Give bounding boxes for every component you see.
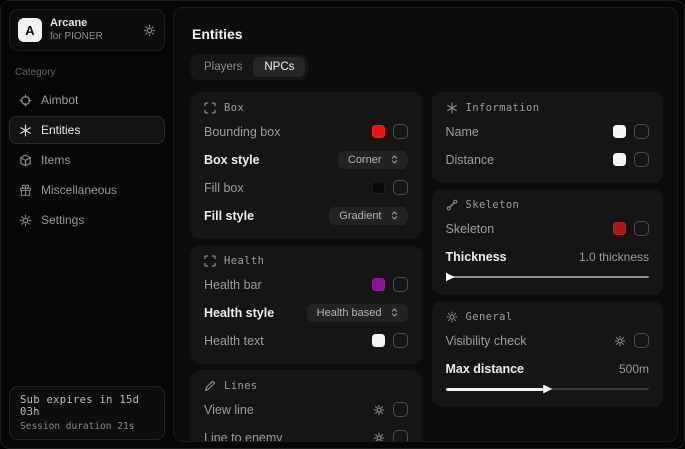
tab-npcs[interactable]: NPCs [253, 57, 305, 77]
sidebar-item-items[interactable]: Items [9, 146, 165, 174]
slider-thumb[interactable] [543, 385, 552, 394]
setting-row-health-text: Health text [204, 330, 408, 351]
sidebar-item-label: Miscellaneous [41, 183, 117, 197]
setting-row-name: Name [446, 121, 650, 142]
slider-thumb[interactable] [446, 273, 455, 282]
caret-sort-icon [389, 154, 400, 165]
gift-icon [19, 184, 32, 197]
entity-type-tabs: Players NPCs [190, 54, 308, 80]
checkbox[interactable] [393, 333, 408, 348]
pencil-icon [204, 380, 216, 392]
caret-sort-icon [389, 307, 400, 318]
sidebar-nav: Aimbot Entities Items Miscellaneous Sett… [9, 86, 165, 234]
color-swatch[interactable] [372, 334, 385, 347]
setting-row-skeleton: Skeleton [446, 218, 650, 239]
card-health: Health Health bar Health style Health ba… [190, 245, 422, 364]
checkbox[interactable] [393, 402, 408, 417]
gear-icon [19, 214, 32, 227]
health-style-dropdown[interactable]: Health based [307, 304, 408, 322]
setting-row-visibility-check: Visibility check [446, 330, 650, 351]
sidebar-item-label: Aimbot [41, 93, 78, 107]
setting-row-max-distance: Max distance 500m [446, 358, 650, 379]
card-title: General [466, 311, 513, 323]
fill-style-dropdown[interactable]: Gradient [329, 207, 407, 225]
checkbox[interactable] [634, 221, 649, 236]
sun-icon [446, 311, 458, 323]
settings-gear-icon[interactable] [143, 24, 156, 37]
checkbox[interactable] [634, 124, 649, 139]
brand-logo: A [18, 18, 42, 42]
setting-row-distance: Distance [446, 149, 650, 170]
arcane-menu-window: A Arcane for PIONER Category Aimbot Enti… [0, 0, 685, 449]
max-distance-value: 500m [619, 362, 649, 376]
caret-sort-icon [389, 210, 400, 221]
setting-row-thickness: Thickness 1.0 thickness [446, 246, 650, 267]
brand-card: A Arcane for PIONER [9, 9, 165, 51]
card-title: Lines [224, 380, 258, 392]
setting-row-health-style: Health style Health based [204, 302, 408, 323]
card-title: Box [224, 102, 244, 114]
checkbox[interactable] [393, 124, 408, 139]
scan-icon [204, 255, 216, 267]
checkbox[interactable] [393, 180, 408, 195]
setting-row-fill-box: Fill box [204, 177, 408, 198]
checkbox[interactable] [393, 430, 408, 442]
tab-players[interactable]: Players [193, 57, 253, 77]
sub-expires-text: Sub expires in 15d 03h [20, 394, 154, 418]
brand-name: Arcane [50, 17, 135, 31]
card-general: General Visibility check Max distance 50… [432, 301, 664, 407]
row-settings-gear-icon[interactable] [614, 335, 626, 347]
sidebar-item-label: Items [41, 153, 70, 167]
sidebar: A Arcane for PIONER Category Aimbot Enti… [1, 1, 173, 448]
sidebar-item-settings[interactable]: Settings [9, 206, 165, 234]
thickness-slider[interactable] [446, 272, 650, 282]
card-title: Skeleton [466, 199, 520, 211]
setting-row-fill-style: Fill style Gradient [204, 205, 408, 226]
sidebar-item-miscellaneous[interactable]: Miscellaneous [9, 176, 165, 204]
color-swatch[interactable] [372, 278, 385, 291]
brand-subtitle: for PIONER [50, 31, 135, 44]
card-title: Information [466, 102, 540, 114]
box-style-dropdown[interactable]: Corner [338, 151, 408, 169]
setting-row-view-line: View line [204, 399, 408, 420]
bone-icon [446, 199, 458, 211]
color-swatch[interactable] [372, 181, 385, 194]
sidebar-item-label: Settings [41, 213, 84, 227]
checkbox[interactable] [393, 277, 408, 292]
setting-row-health-bar: Health bar [204, 274, 408, 295]
color-swatch[interactable] [613, 222, 626, 235]
card-skeleton: Skeleton Skeleton Thickness 1.0 thicknes… [432, 189, 664, 295]
sparkle-icon [446, 102, 458, 114]
category-label: Category [15, 67, 159, 78]
subscription-info-box: Sub expires in 15d 03h Session duration … [9, 386, 165, 440]
color-swatch[interactable] [372, 125, 385, 138]
sidebar-item-entities[interactable]: Entities [9, 116, 165, 144]
setting-row-line-to-enemy: Line to enemy [204, 427, 408, 442]
card-box: Box Bounding box Box style Corner [190, 92, 422, 239]
setting-row-box-style: Box style Corner [204, 149, 408, 170]
crosshair-icon [19, 94, 32, 107]
card-information: Information Name Distance [432, 92, 664, 183]
package-icon [19, 154, 32, 167]
setting-row-bounding-box: Bounding box [204, 121, 408, 142]
scan-icon [204, 102, 216, 114]
color-swatch[interactable] [613, 153, 626, 166]
sidebar-item-aimbot[interactable]: Aimbot [9, 86, 165, 114]
card-title: Health [224, 255, 264, 267]
card-lines: Lines View line Line to enemy [190, 370, 422, 442]
checkbox[interactable] [634, 333, 649, 348]
main-panel: Entities Players NPCs Box Bounding box [173, 7, 678, 442]
max-distance-slider[interactable] [446, 384, 650, 394]
entities-icon [19, 124, 32, 137]
sidebar-item-label: Entities [41, 123, 80, 137]
row-settings-gear-icon[interactable] [373, 432, 385, 443]
checkbox[interactable] [634, 152, 649, 167]
page-title: Entities [192, 26, 663, 42]
session-duration-text: Session duration 21s [20, 421, 154, 432]
color-swatch[interactable] [613, 125, 626, 138]
row-settings-gear-icon[interactable] [373, 404, 385, 416]
thickness-value: 1.0 thickness [579, 250, 649, 264]
